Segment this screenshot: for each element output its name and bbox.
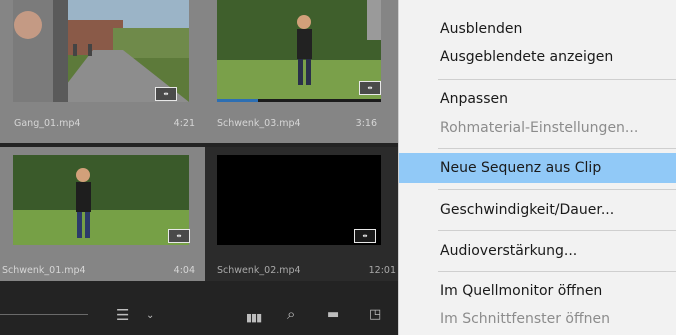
zoom-slider[interactable] <box>0 314 88 315</box>
clip-duration: 4:21 <box>173 118 195 129</box>
clip-tile-schwenk-01[interactable]: ⇹ Schwenk_01.mp4 4:04 <box>0 147 205 281</box>
menu-separator <box>438 148 676 149</box>
clip-thumbnail-image <box>217 0 381 102</box>
clip-thumbnail-image <box>13 155 189 245</box>
menu-separator <box>438 271 676 272</box>
clip-thumbnail <box>13 155 189 245</box>
context-menu: Ausblenden Ausgeblendete anzeigen Anpass… <box>398 0 676 335</box>
clip-tile-gang-01[interactable]: ⇹ Gang_01.mp4 4:21 <box>0 0 205 143</box>
clip-type-badge: ⇹ <box>155 87 177 101</box>
clip-tile-schwenk-03[interactable]: ⇹ Schwenk_03.mp4 3:16 <box>205 0 398 143</box>
menu-separator <box>438 79 676 80</box>
clip-name: Gang_01.mp4 <box>14 118 81 129</box>
automate-to-sequence-icon[interactable]: ▮▮▮ <box>246 311 262 325</box>
menu-separator <box>438 230 676 231</box>
menu-item-ausblenden[interactable]: Ausblenden <box>399 14 676 44</box>
clip-type-badge: ⇹ <box>354 229 376 243</box>
project-panel-toolbar: ☰ ⌄ ▮▮▮ ⌕ ▬ ◳ <box>0 281 398 335</box>
clip-name: Schwenk_01.mp4 <box>2 265 86 276</box>
menu-item-audioverstaerkung[interactable]: Audioverstärkung... <box>399 236 676 266</box>
new-bin-icon[interactable]: ▬ <box>327 308 339 322</box>
clip-duration: 3:16 <box>355 118 377 129</box>
clip-name: Schwenk_03.mp4 <box>217 118 301 129</box>
menu-item-ausgeblendete-anzeigen[interactable]: Ausgeblendete anzeigen <box>399 42 676 72</box>
clip-name: Schwenk_02.mp4 <box>217 265 301 276</box>
clip-tile-schwenk-02[interactable]: ⇹ Schwenk_02.mp4 12:01 <box>205 147 398 281</box>
menu-item-anpassen[interactable]: Anpassen <box>399 84 676 114</box>
menu-item-im-schnittfenster-oeffnen: Im Schnittfenster öffnen <box>440 311 611 327</box>
menu-item-rohmaterial-einstellungen: Rohmaterial-Einstellungen... <box>440 120 639 136</box>
menu-item-neue-sequenz-aus-clip[interactable]: Neue Sequenz aus Clip <box>399 153 676 183</box>
clip-duration: 4:04 <box>173 265 195 276</box>
menu-item-im-quellmonitor-oeffnen[interactable]: Im Quellmonitor öffnen <box>399 276 676 306</box>
chevron-down-icon[interactable]: ⌄ <box>146 309 154 323</box>
search-icon[interactable]: ⌕ <box>287 307 295 322</box>
project-panel: ⇹ Gang_01.mp4 4:21 ⇹ Schwenk_03.mp4 3:16 <box>0 0 398 335</box>
clip-type-badge: ⇹ <box>359 81 381 95</box>
list-view-icon[interactable]: ☰ <box>116 308 129 323</box>
menu-separator <box>438 189 676 190</box>
clip-duration: 12:01 <box>368 265 396 276</box>
playhead-progress-fill <box>217 99 258 102</box>
clip-thumbnail <box>217 0 381 102</box>
new-item-icon[interactable]: ◳ <box>369 308 381 322</box>
clip-type-badge: ⇹ <box>168 229 190 243</box>
menu-item-geschwindigkeit-dauer[interactable]: Geschwindigkeit/Dauer... <box>399 195 676 225</box>
